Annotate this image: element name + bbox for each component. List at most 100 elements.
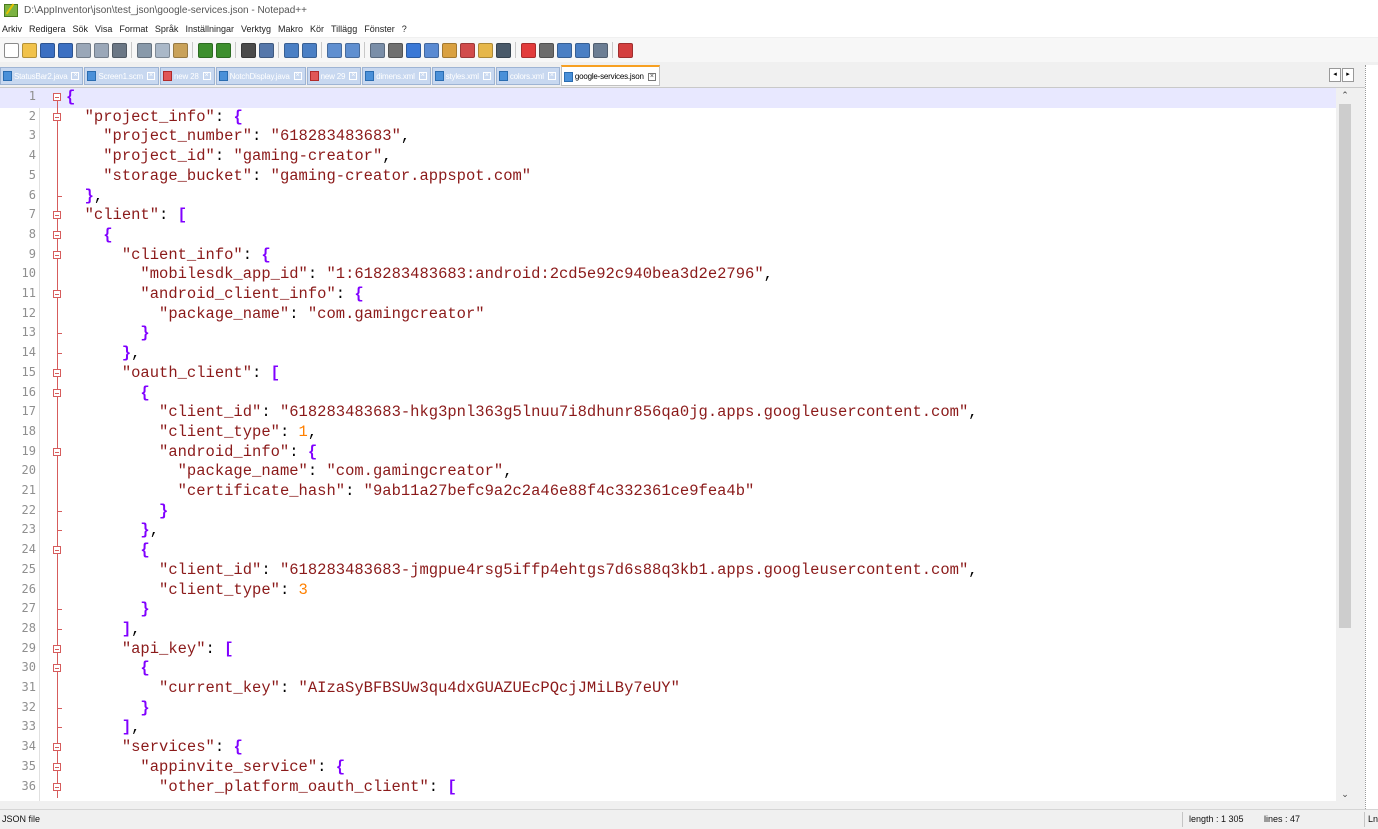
code-line[interactable]: 10 "mobilesdk_app_id": "1:618283483683:a… <box>0 265 1336 286</box>
code-line[interactable]: 35 "appinvite_service": { <box>0 757 1336 778</box>
line-number[interactable]: 21 <box>0 483 36 497</box>
user-lang-icon[interactable] <box>423 42 439 58</box>
line-number[interactable]: 11 <box>0 286 36 300</box>
close-tab-icon[interactable]: × <box>547 72 556 80</box>
code-line[interactable]: 31 "current_key": "AIzaSyBFBSUw3qu4dxGUA… <box>0 679 1336 699</box>
fold-toggle-icon[interactable] <box>53 211 61 220</box>
line-number[interactable]: 3 <box>0 128 36 142</box>
menu-item[interactable]: Visa <box>93 24 117 34</box>
code-text[interactable]: } <box>66 324 149 344</box>
line-number[interactable]: 2 <box>0 109 36 123</box>
tab-new-28[interactable]: new 28 × <box>159 67 215 85</box>
fold-margin[interactable] <box>44 639 64 660</box>
tab-styles-xml[interactable]: styles.xml × <box>431 67 495 85</box>
menu-item[interactable]: Tillägg <box>329 24 362 34</box>
code-text[interactable]: "client_type": 1, <box>66 423 317 443</box>
code-text[interactable]: "project_number": "618283483683", <box>66 127 410 147</box>
menu-item[interactable]: Makro <box>276 24 308 34</box>
fold-margin[interactable] <box>44 659 64 680</box>
fold-margin[interactable] <box>44 107 64 128</box>
stop-macro-icon[interactable] <box>538 42 554 58</box>
vertical-scrollbar[interactable]: ⌃ ⌄ <box>1336 88 1354 801</box>
tab-new-29[interactable]: new 29 × <box>306 67 362 85</box>
line-number[interactable]: 31 <box>0 680 36 694</box>
fold-margin[interactable] <box>44 88 64 108</box>
save-macro-icon[interactable] <box>592 42 608 58</box>
code-text[interactable]: "oauth_client": [ <box>66 364 280 384</box>
code-line[interactable]: 3 "project_number": "618283483683", <box>0 127 1336 148</box>
fold-margin[interactable] <box>44 482 64 502</box>
code-line[interactable]: 25 "client_id": "618283483683-jmgpue4rsg… <box>0 560 1336 581</box>
code-line[interactable]: 34 "services": { <box>0 738 1336 759</box>
line-number[interactable]: 13 <box>0 325 36 339</box>
fold-margin[interactable] <box>44 777 64 798</box>
menu-item[interactable]: Språk <box>153 24 184 34</box>
save-all-icon[interactable] <box>57 42 73 58</box>
code-line[interactable]: 23 }, <box>0 521 1336 542</box>
code-line[interactable]: 15 "oauth_client": [ <box>0 363 1336 384</box>
line-number[interactable]: 12 <box>0 306 36 320</box>
line-number[interactable]: 23 <box>0 522 36 536</box>
fold-margin[interactable] <box>44 265 64 286</box>
find-icon[interactable] <box>240 42 256 58</box>
fold-margin[interactable] <box>44 147 64 168</box>
code-text[interactable]: "client_type": 3 <box>66 581 308 601</box>
line-number[interactable]: 15 <box>0 365 36 379</box>
code-text[interactable]: "client_info": { <box>66 246 271 266</box>
line-number[interactable]: 24 <box>0 542 36 556</box>
code-line[interactable]: 17 "client_id": "618283483683-hkg3pnl363… <box>0 403 1336 424</box>
code-line[interactable]: 18 "client_type": 1, <box>0 422 1336 443</box>
line-number[interactable]: 22 <box>0 503 36 517</box>
scroll-down-icon[interactable]: ⌄ <box>1336 787 1354 801</box>
notepad-plus-plus-icon[interactable] <box>4 3 18 17</box>
fold-margin[interactable] <box>44 422 64 443</box>
line-number[interactable]: 4 <box>0 148 36 162</box>
scroll-up-icon[interactable]: ⌃ <box>1336 88 1354 102</box>
line-number[interactable]: 30 <box>0 660 36 674</box>
line-number[interactable]: 17 <box>0 404 36 418</box>
paste-icon[interactable] <box>172 42 188 58</box>
zoom-out-icon[interactable] <box>301 42 317 58</box>
line-number[interactable]: 1 <box>0 89 36 103</box>
fold-margin[interactable] <box>44 541 64 562</box>
open-file-icon[interactable] <box>21 42 37 58</box>
doc-map-icon[interactable] <box>441 42 457 58</box>
menu-item[interactable]: ? <box>400 24 412 34</box>
line-number[interactable]: 32 <box>0 700 36 714</box>
sync-vertical-icon[interactable] <box>326 42 342 58</box>
code-text[interactable]: "package_name": "com.gamingcreator", <box>66 462 513 482</box>
code-line[interactable]: 13 } <box>0 324 1336 345</box>
indent-guide-icon[interactable] <box>405 42 421 58</box>
tab-scroll-right-button[interactable]: ▸ <box>1342 68 1354 82</box>
tab-google-services-json[interactable]: google-services.json × <box>560 65 660 86</box>
code-text[interactable]: }, <box>66 344 141 364</box>
menu-item[interactable]: Arkiv <box>0 24 27 34</box>
code-text[interactable]: ], <box>66 718 141 738</box>
fold-toggle-icon[interactable] <box>53 743 61 752</box>
line-number[interactable]: 25 <box>0 562 36 576</box>
play-macro-icon[interactable] <box>556 42 572 58</box>
code-text[interactable]: "mobilesdk_app_id": "1:618283483683:andr… <box>66 265 773 285</box>
fold-toggle-icon[interactable] <box>53 388 61 397</box>
line-number[interactable]: 26 <box>0 582 36 596</box>
fold-toggle-icon[interactable] <box>53 368 61 377</box>
fold-toggle-icon[interactable] <box>53 250 61 259</box>
fold-margin[interactable] <box>44 285 64 305</box>
code-text[interactable]: "client": [ <box>66 206 187 226</box>
fold-margin[interactable] <box>44 462 64 483</box>
tab-screen1-scm[interactable]: Screen1.scm × <box>84 67 159 85</box>
save-icon[interactable] <box>39 42 55 58</box>
fold-toggle-icon[interactable] <box>53 93 61 101</box>
fold-margin[interactable] <box>44 206 64 227</box>
code-text[interactable]: "api_key": [ <box>66 640 234 660</box>
fold-toggle-icon[interactable] <box>53 762 61 771</box>
code-line[interactable]: 7 "client": [ <box>0 206 1336 227</box>
fold-margin[interactable] <box>44 698 64 719</box>
code-text[interactable]: "project_info": { <box>66 108 243 128</box>
fold-toggle-icon[interactable] <box>53 782 61 791</box>
scrollbar-thumb[interactable] <box>1339 104 1351 628</box>
redo-icon[interactable] <box>215 42 231 58</box>
fold-margin[interactable] <box>44 363 64 384</box>
code-line[interactable]: 14 }, <box>0 344 1336 365</box>
fold-margin[interactable] <box>44 442 64 463</box>
